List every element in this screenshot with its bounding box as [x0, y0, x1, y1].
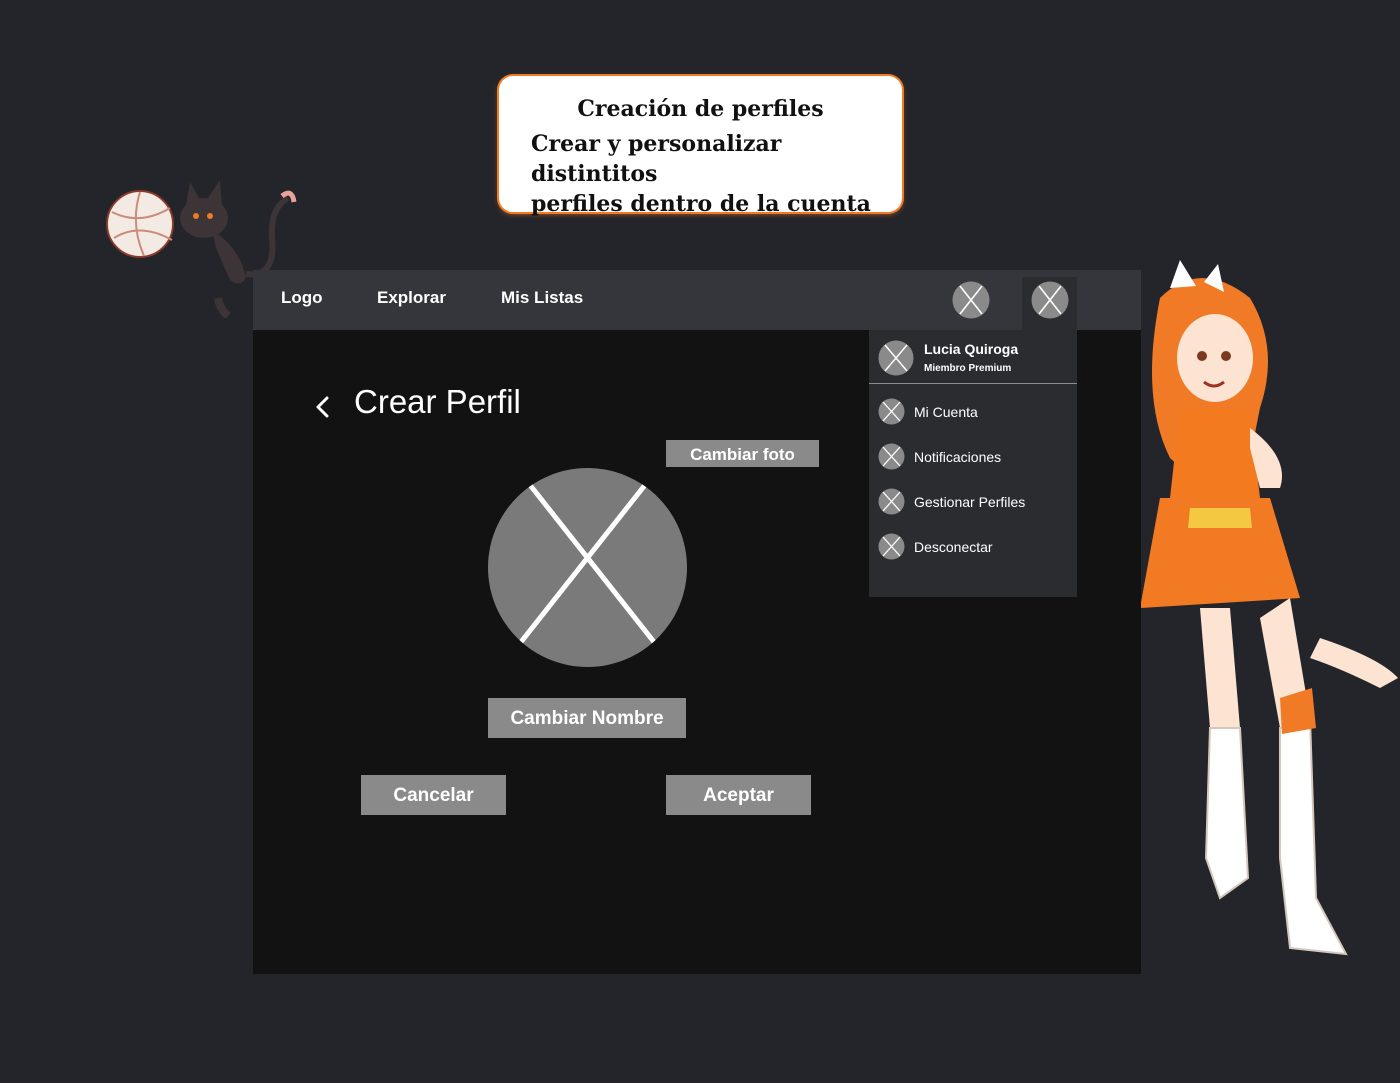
profile-avatar-tab[interactable]	[1022, 277, 1077, 330]
callout-description: Crear y personalizar distintitos perfile…	[531, 129, 891, 219]
menu-item-label: Desconectar	[914, 539, 993, 555]
top-navigation-bar: Logo Explorar Mis Listas	[253, 270, 1141, 330]
menu-item-notificaciones[interactable]: Notificaciones	[869, 437, 1077, 477]
user-avatar-icon	[878, 340, 914, 376]
change-name-button[interactable]: Cambiar Nombre	[488, 698, 686, 738]
nav-mis-listas[interactable]: Mis Listas	[501, 288, 583, 308]
callout-line-1: Crear y personalizar distintitos	[531, 131, 782, 187]
manage-profiles-icon	[878, 488, 905, 515]
page-title: Crear Perfil	[354, 383, 521, 420]
logout-icon	[878, 533, 905, 560]
feature-callout: Creación de perfiles Crear y personaliza…	[499, 76, 902, 217]
placeholder-x-icon[interactable]	[952, 281, 990, 319]
account-icon	[878, 398, 905, 425]
profile-photo-placeholder-icon	[488, 468, 687, 667]
change-photo-button[interactable]: Cambiar foto	[666, 440, 819, 467]
menu-item-mi-cuenta[interactable]: Mi Cuenta	[869, 392, 1077, 432]
user-status: Miembro Premium	[924, 363, 1012, 374]
menu-item-gestionar-perfiles[interactable]: Gestionar Perfiles	[869, 482, 1077, 522]
user-name: Lucia Quiroga	[924, 341, 1019, 357]
menu-item-desconectar[interactable]: Desconectar	[869, 527, 1077, 567]
chevron-left-icon[interactable]	[312, 392, 332, 422]
profile-avatar-icon[interactable]	[1031, 281, 1069, 319]
dropdown-user-header: Lucia Quiroga Miembro Premium	[869, 330, 1077, 384]
notifications-icon	[878, 443, 905, 470]
callout-title: Creación de perfiles	[577, 96, 824, 122]
menu-item-label: Gestionar Perfiles	[914, 494, 1026, 510]
nav-logo[interactable]: Logo	[281, 288, 323, 308]
accept-button[interactable]: Aceptar	[666, 775, 811, 815]
mascot-girl-illustration	[1140, 260, 1398, 956]
callout-line-2: perfiles dentro de la cuenta	[531, 191, 871, 217]
cancel-button[interactable]: Cancelar	[361, 775, 506, 815]
profile-dropdown-menu: Lucia Quiroga Miembro Premium Mi Cuenta …	[869, 330, 1077, 597]
app-window: Logo Explorar Mis Listas Crear Perfil Ca…	[253, 270, 1141, 974]
menu-item-label: Notificaciones	[914, 449, 1002, 465]
menu-item-label: Mi Cuenta	[914, 404, 978, 420]
nav-explorar[interactable]: Explorar	[377, 288, 446, 308]
